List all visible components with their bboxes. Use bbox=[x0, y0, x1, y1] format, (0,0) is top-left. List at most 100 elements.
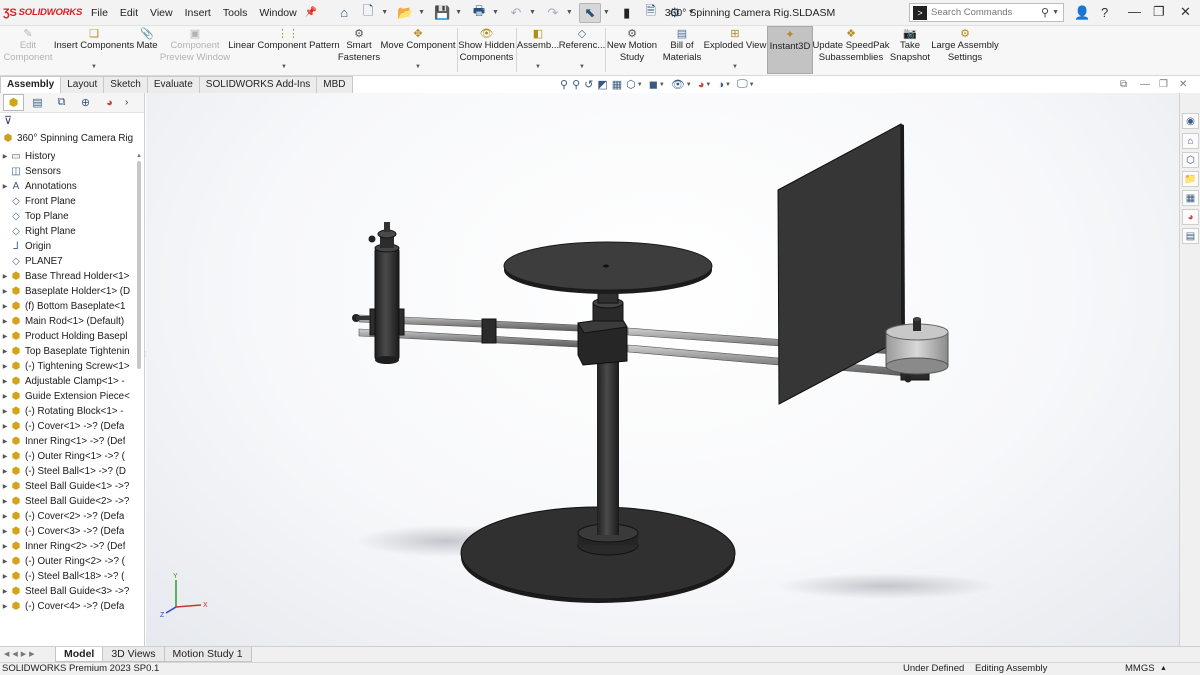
expand-arrow-icon[interactable]: ▶ bbox=[0, 348, 10, 355]
linear-component-pattern-button[interactable]: ⋮⋮ Linear Component Pattern ▼ bbox=[228, 26, 339, 76]
tree-node[interactable]: ⅃ Origin bbox=[0, 239, 136, 254]
scroll-up-arrow[interactable]: ▲ bbox=[136, 153, 142, 159]
smart-fasteners-button[interactable]: ⚙ Smart Fasteners bbox=[338, 26, 380, 76]
expand-arrow-icon[interactable]: ▶ bbox=[0, 318, 10, 325]
expand-arrow-icon[interactable]: ▶ bbox=[0, 438, 10, 445]
motor-clamp-knob[interactable] bbox=[904, 375, 912, 383]
tree-node[interactable]: ▶ ⬢ (-) Cover<4> ->? (Defa bbox=[0, 599, 136, 614]
expand-arrow-icon[interactable]: ▶ bbox=[0, 288, 10, 295]
appearance-dropdown-arrow[interactable]: ▼ bbox=[705, 82, 711, 88]
menu-view[interactable]: View bbox=[144, 7, 179, 19]
solidworks-logo[interactable]: ƷS SOLIDWORKS bbox=[3, 7, 85, 19]
view-settings-icon[interactable]: 🖵 bbox=[737, 78, 748, 91]
tree-root[interactable]: ⬢ 360° Spinning Camera Rig ( bbox=[2, 131, 136, 146]
expand-arrow-icon[interactable]: ▶ bbox=[0, 363, 10, 370]
design-library-icon[interactable]: ⬡ bbox=[1182, 152, 1199, 168]
zoom-to-fit-icon[interactable]: ⚲ bbox=[560, 78, 568, 91]
tab-navigation-arrows-icon[interactable]: ◀◀▶▶ bbox=[4, 650, 38, 658]
assembly-features-dropdown-arrow[interactable]: ▼ bbox=[535, 64, 541, 70]
tab-assembly[interactable]: Assembly bbox=[0, 76, 62, 93]
scrollbar-thumb[interactable] bbox=[137, 161, 141, 369]
feature-manager-tree-icon[interactable]: ⬢ bbox=[3, 94, 24, 111]
open-folder-icon[interactable]: 📂 bbox=[394, 3, 416, 23]
expand-arrow-icon[interactable]: ▶ bbox=[0, 513, 10, 520]
expand-arrow-icon[interactable]: ▶ bbox=[0, 558, 10, 565]
hide-show-dropdown-arrow[interactable]: ▼ bbox=[686, 82, 692, 88]
exploded-view-dropdown-arrow[interactable]: ▼ bbox=[732, 64, 738, 70]
linear-pattern-dropdown-arrow[interactable]: ▼ bbox=[281, 64, 287, 70]
tree-node[interactable]: ▶ ⬢ (f) Bottom Baseplate<1 bbox=[0, 299, 136, 314]
bill-of-materials-button[interactable]: ▤ Bill of Materials bbox=[660, 26, 704, 76]
filter-icon[interactable]: ⊽ bbox=[0, 113, 144, 130]
print-icon[interactable]: 🖶 bbox=[468, 3, 490, 23]
solidworks-resources-icon[interactable]: ◉ bbox=[1182, 113, 1199, 129]
tree-node[interactable]: ▶ ⬢ Top Baseplate Tightenin bbox=[0, 344, 136, 359]
view-orientation-dropdown-arrow[interactable]: ▼ bbox=[637, 82, 643, 88]
component-preview-window-button[interactable]: ▣ Component Preview Window bbox=[160, 26, 230, 76]
tree-node[interactable]: ▶ ⬢ Product Holding Basepl bbox=[0, 329, 136, 344]
viewport-restore-icon[interactable]: ❐ bbox=[1159, 79, 1168, 90]
help-icon[interactable]: ? bbox=[1101, 5, 1108, 20]
expand-arrow-icon[interactable]: ▶ bbox=[0, 603, 10, 610]
expand-arrow-icon[interactable]: ▶ bbox=[0, 573, 10, 580]
section-view-icon[interactable]: ◩ bbox=[597, 78, 607, 91]
redo-dropdown-arrow[interactable]: ▼ bbox=[566, 9, 573, 16]
tree-node[interactable]: ▶ ⬢ (-) Cover<1> ->? (Defa bbox=[0, 419, 136, 434]
restore-button[interactable]: ❐ bbox=[1153, 4, 1165, 20]
search-commands-input[interactable] bbox=[931, 7, 1041, 18]
more-tabs-chevron-icon[interactable]: › bbox=[125, 97, 128, 108]
tree-node[interactable]: ▶ ⬢ Base Thread Holder<1> bbox=[0, 269, 136, 284]
tree-node[interactable]: ▶ ⬢ (-) Rotating Block<1> - bbox=[0, 404, 136, 419]
expand-arrow-icon[interactable]: ▶ bbox=[0, 183, 10, 190]
tree-node[interactable]: ◇ Front Plane bbox=[0, 194, 136, 209]
move-component-dropdown-arrow[interactable]: ▼ bbox=[415, 64, 421, 70]
tab-layout[interactable]: Layout bbox=[60, 76, 105, 93]
mate-button[interactable]: 📎 Mate bbox=[134, 26, 160, 76]
tree-node[interactable]: ▶ ⬢ (-) Steel Ball<18> ->? ( bbox=[0, 569, 136, 584]
display-style-icon[interactable]: ◼ bbox=[649, 78, 658, 91]
instant3d-button[interactable]: ✦ Instant3D bbox=[767, 26, 813, 74]
display-style-dropdown-arrow[interactable]: ▼ bbox=[659, 82, 665, 88]
file-explorer-icon[interactable]: 📁 bbox=[1182, 171, 1199, 187]
update-speedpak-button[interactable]: ❖ Update SpeedPak Subassemblies bbox=[812, 26, 889, 76]
redo-icon[interactable]: ↷ bbox=[542, 3, 564, 23]
edit-component-button[interactable]: ✎ Edit Component bbox=[3, 26, 52, 76]
status-units[interactable]: MMGS bbox=[1125, 663, 1155, 675]
expand-arrow-icon[interactable]: ▶ bbox=[0, 543, 10, 550]
expand-arrow-icon[interactable]: ▶ bbox=[0, 303, 10, 310]
hide-show-items-icon[interactable]: 👁 bbox=[671, 78, 685, 91]
pin-menu-icon[interactable]: 📌 bbox=[305, 7, 317, 18]
show-hidden-components-button[interactable]: 👁 Show Hidden Components bbox=[458, 26, 515, 76]
tab-evaluate[interactable]: Evaluate bbox=[146, 76, 200, 93]
graphics-area[interactable]: Y X Z bbox=[146, 93, 1179, 646]
undo-dropdown-arrow[interactable]: ▼ bbox=[529, 9, 536, 16]
tab-solidworks-addins[interactable]: SOLIDWORKS Add-Ins bbox=[198, 76, 318, 93]
expand-arrow-icon[interactable]: ▶ bbox=[0, 483, 10, 490]
menu-file[interactable]: File bbox=[85, 7, 114, 19]
tree-node[interactable]: ▶ ⬢ (-) Cover<3> ->? (Defa bbox=[0, 524, 136, 539]
assembly-model-view[interactable]: Y X Z bbox=[146, 93, 1179, 646]
menu-window[interactable]: Window bbox=[253, 7, 302, 19]
display-manager-icon[interactable]: ◕ bbox=[99, 94, 120, 111]
tree-node[interactable]: ◇ Top Plane bbox=[0, 209, 136, 224]
previous-view-icon[interactable]: ↺ bbox=[584, 78, 593, 91]
tree-node[interactable]: ▶ ⬢ Main Rod<1> (Default) bbox=[0, 314, 136, 329]
dimxpert-manager-icon[interactable]: ⊕ bbox=[75, 94, 96, 111]
tab-motion-study[interactable]: Motion Study 1 bbox=[163, 647, 252, 662]
camera-mount-post[interactable] bbox=[374, 247, 400, 361]
insert-components-dropdown-arrow[interactable]: ▼ bbox=[91, 64, 97, 70]
view-settings-dropdown-arrow[interactable]: ▼ bbox=[749, 82, 755, 88]
search-icon[interactable]: ⚲ bbox=[1041, 6, 1049, 19]
backdrop-panel[interactable] bbox=[777, 123, 903, 405]
tree-node[interactable]: ▶ A Annotations bbox=[0, 179, 136, 194]
exploded-view-button[interactable]: ⊞ Exploded View ▼ bbox=[704, 26, 767, 76]
main-rod[interactable] bbox=[597, 355, 619, 535]
property-manager-icon[interactable]: ▤ bbox=[27, 94, 48, 111]
apply-scene-icon[interactable]: ◑ bbox=[717, 79, 724, 91]
tree-node[interactable]: ▶ ⬢ (-) Steel Ball<1> ->? (D bbox=[0, 464, 136, 479]
expand-arrow-icon[interactable]: ▶ bbox=[0, 588, 10, 595]
custom-properties-icon[interactable]: ▤ bbox=[1182, 228, 1199, 244]
zoom-to-area-icon[interactable]: ⚲ bbox=[572, 78, 580, 91]
view-palette-icon[interactable]: ▦ bbox=[1182, 190, 1199, 206]
move-component-button[interactable]: ✥ Move Component ▼ bbox=[381, 26, 456, 76]
